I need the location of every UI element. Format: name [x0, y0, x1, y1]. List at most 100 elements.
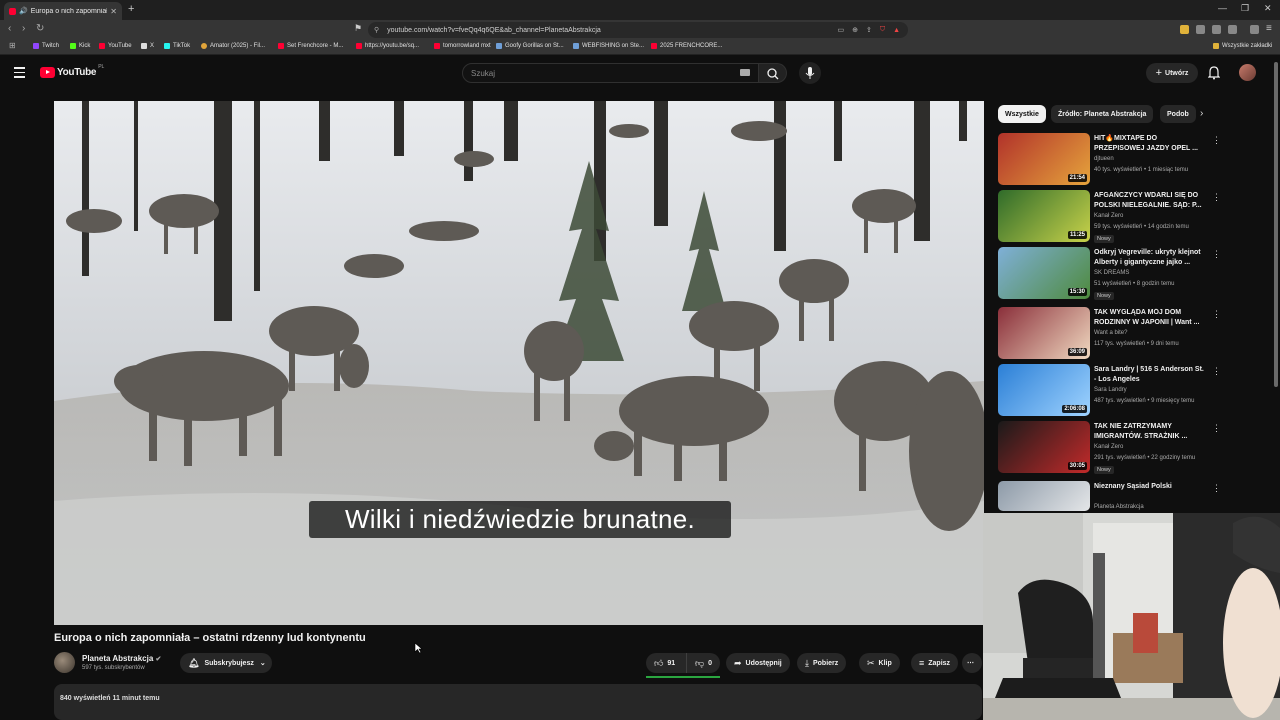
- recommended-video[interactable]: 15:30 Odkryj Vegreville: ukryty klejnot A…: [998, 247, 1223, 301]
- menu-icon[interactable]: ≡: [1266, 23, 1272, 34]
- recommended-video[interactable]: 21:54 HIT🔥MIXTAPE DO PRZEPISOWEJ JAZDY OP…: [998, 133, 1223, 187]
- zoom-icon[interactable]: ⊕: [852, 26, 858, 34]
- reload-icon[interactable]: ↻: [36, 23, 44, 34]
- address-bar[interactable]: ⚲ youtube.com/watch?v=fveQq4q6QE&ab_chan…: [368, 22, 908, 38]
- bookmark-2025-frenchcore[interactable]: 2025 FRENCHCORE...: [651, 43, 722, 49]
- browser-tab[interactable]: 🔊 Europa o nich zapomniała – o ✕: [4, 2, 122, 20]
- youtube-icon: [278, 43, 284, 49]
- dislike-button[interactable]: 👎︎ 0: [686, 653, 720, 673]
- channel-name[interactable]: Planeta Abstrakcja ✔: [82, 654, 161, 663]
- forward-icon[interactable]: ›: [22, 23, 25, 34]
- maximize-icon[interactable]: ❐: [1241, 3, 1249, 14]
- video-player[interactable]: Wilki i niedźwiedzie brunatne.: [54, 101, 984, 625]
- like-button[interactable]: 👍︎ 91: [646, 653, 686, 673]
- recommended-video[interactable]: 30:05 TAK NIE ZATRZYMAMY IMIGRANTÓW. STRA…: [998, 421, 1223, 475]
- sidebar-toggle-icon[interactable]: [1228, 25, 1237, 34]
- channel-avatar[interactable]: [54, 652, 75, 673]
- search-button[interactable]: [759, 63, 787, 83]
- account-avatar[interactable]: [1239, 64, 1256, 81]
- brave-shield-icon[interactable]: ⛉: [880, 26, 885, 34]
- chevron-right-icon[interactable]: ›: [1200, 108, 1203, 119]
- recommended-channel-name[interactable]: Kanał Zero: [1094, 213, 1123, 219]
- recommended-video[interactable]: 36:09 TAK WYGLĄDA MÓJ DOM RODZINNY W JAPO…: [998, 307, 1223, 361]
- subscribed-button[interactable]: 🔔︎ Subskrybujesz ⌄: [180, 653, 272, 673]
- more-actions-button[interactable]: ⋯: [962, 653, 982, 673]
- new-tab-icon[interactable]: +: [128, 3, 134, 15]
- video-thumbnail[interactable]: [998, 481, 1090, 511]
- recommended-channel-name[interactable]: SK DREAMS: [1094, 270, 1129, 276]
- share-button[interactable]: ➦ Udostępnij: [726, 653, 790, 673]
- clip-button[interactable]: ✂ Klip: [859, 653, 900, 673]
- bookmark-tiktok[interactable]: TikTok: [164, 43, 190, 49]
- guide-menu-icon[interactable]: [14, 67, 25, 81]
- extension-icon[interactable]: [1212, 25, 1221, 34]
- recommended-channel-name[interactable]: djtueen: [1094, 156, 1114, 162]
- scrollbar[interactable]: [1274, 62, 1278, 387]
- back-icon[interactable]: ‹: [8, 23, 11, 34]
- apps-icon[interactable]: ⊞: [9, 41, 16, 50]
- bookmark-youtube[interactable]: YouTube: [99, 43, 132, 49]
- recommended-channel-name[interactable]: Sara Landry: [1094, 387, 1127, 393]
- site-info-icon[interactable]: ⚲: [374, 26, 379, 34]
- bookmark-twitch[interactable]: Twitch: [33, 43, 59, 49]
- chip-similar[interactable]: Podob: [1160, 105, 1196, 123]
- recommended-video-title[interactable]: Nieznany Sąsiad Polski: [1094, 482, 1206, 492]
- bookmark-page-icon[interactable]: ⚑: [354, 23, 362, 34]
- rewards-icon[interactable]: ▲: [893, 27, 900, 34]
- all-bookmarks[interactable]: Wszystkie zakładki: [1213, 43, 1272, 49]
- recommended-channel-name[interactable]: Kanał Zero: [1094, 444, 1123, 450]
- more-options-icon[interactable]: ⋮: [1212, 135, 1221, 146]
- chip-all[interactable]: Wszystkie: [998, 105, 1046, 123]
- more-options-icon[interactable]: ⋮: [1212, 192, 1221, 203]
- save-button[interactable]: ≡ Zapisz: [911, 653, 959, 673]
- bookmark-goofy-gorillas[interactable]: Goofy Gorillas on St...: [496, 43, 564, 49]
- chip-source-channel[interactable]: Źródło: Planeta Abstrakcja: [1051, 105, 1154, 123]
- description-box[interactable]: 840 wyświetleń 11 minut temu: [54, 684, 982, 720]
- minimize-icon[interactable]: —: [1218, 3, 1227, 13]
- video-thumbnail[interactable]: 21:54: [998, 133, 1090, 185]
- extension-icon[interactable]: [1180, 25, 1189, 34]
- recommended-video-title[interactable]: Odkryj Vegreville: ukryty klejnot Albert…: [1094, 248, 1206, 268]
- media-icon[interactable]: [1250, 25, 1259, 34]
- bookmark-kick[interactable]: Kick: [70, 43, 90, 49]
- cast-icon[interactable]: ▭: [837, 26, 844, 34]
- bookmark-amator[interactable]: Amator (2025) - Fil...: [201, 43, 265, 49]
- more-options-icon[interactable]: ⋮: [1212, 249, 1221, 260]
- recommended-video-title[interactable]: HIT🔥MIXTAPE DO PRZEPISOWEJ JAZDY OPEL ..…: [1094, 134, 1206, 154]
- youtube-logo[interactable]: YouTube PL: [40, 64, 104, 78]
- recommended-video-title[interactable]: Sara Landry | 516 S Anderson St. - Los A…: [1094, 365, 1206, 385]
- bookmark-youtu-be[interactable]: https://youtu.be/sq...: [356, 43, 419, 49]
- recommended-channel-name[interactable]: Planeta Abstrakcja: [1094, 504, 1144, 510]
- recommended-channel-name[interactable]: Want a bite?: [1094, 330, 1127, 336]
- video-thumbnail[interactable]: 30:05: [998, 421, 1090, 473]
- bookmark-x[interactable]: X: [141, 43, 154, 49]
- film-icon: [201, 43, 207, 49]
- more-options-icon[interactable]: ⋮: [1212, 309, 1221, 320]
- bookmark-webfishing[interactable]: WEBFISHING on Ste...: [573, 43, 644, 49]
- recommended-video-title[interactable]: AFGAŃCZYCY WDARLI SIĘ DO POLSKI NIELEGAL…: [1094, 191, 1206, 211]
- notifications-bell-icon[interactable]: [1208, 66, 1220, 80]
- extension-icon[interactable]: [1196, 25, 1205, 34]
- close-window-icon[interactable]: ✕: [1264, 3, 1272, 14]
- voice-search-button[interactable]: [799, 62, 821, 84]
- more-options-icon[interactable]: ⋮: [1212, 423, 1221, 434]
- video-thumbnail[interactable]: 2:06:08: [998, 364, 1090, 416]
- recommended-video[interactable]: 2:06:08 Sara Landry | 516 S Anderson St. …: [998, 364, 1223, 418]
- share-page-icon[interactable]: ⇪: [866, 26, 872, 34]
- more-options-icon[interactable]: ⋮: [1212, 366, 1221, 377]
- download-button[interactable]: ⤓ Pobierz: [797, 653, 847, 673]
- video-thumbnail[interactable]: 11:25: [998, 190, 1090, 242]
- bookmark-frenchcore[interactable]: Set Frenchcore - M...: [278, 43, 343, 49]
- close-tab-icon[interactable]: ✕: [110, 7, 117, 16]
- more-options-icon[interactable]: ⋮: [1212, 483, 1221, 494]
- video-thumbnail[interactable]: 15:30: [998, 247, 1090, 299]
- recommended-video-title[interactable]: TAK WYGLĄDA MÓJ DOM RODZINNY W JAPONII |…: [1094, 308, 1206, 328]
- recommended-video-title[interactable]: TAK NIE ZATRZYMAMY IMIGRANTÓW. STRAŻNIK …: [1094, 422, 1206, 442]
- recommended-video[interactable]: 11:25 AFGAŃCZYCY WDARLI SIĘ DO POLSKI NIE…: [998, 190, 1223, 244]
- keyboard-icon[interactable]: [740, 69, 750, 76]
- video-thumbnail[interactable]: 36:09: [998, 307, 1090, 359]
- bookmark-tomorrowland[interactable]: tomorrowland mxt: [434, 43, 491, 49]
- create-button[interactable]: + Utwórz: [1146, 63, 1198, 83]
- search-input[interactable]: Szukaj: [462, 63, 759, 83]
- recommended-video[interactable]: Nieznany Sąsiad Polski Planeta Abstrakcja…: [998, 481, 1223, 513]
